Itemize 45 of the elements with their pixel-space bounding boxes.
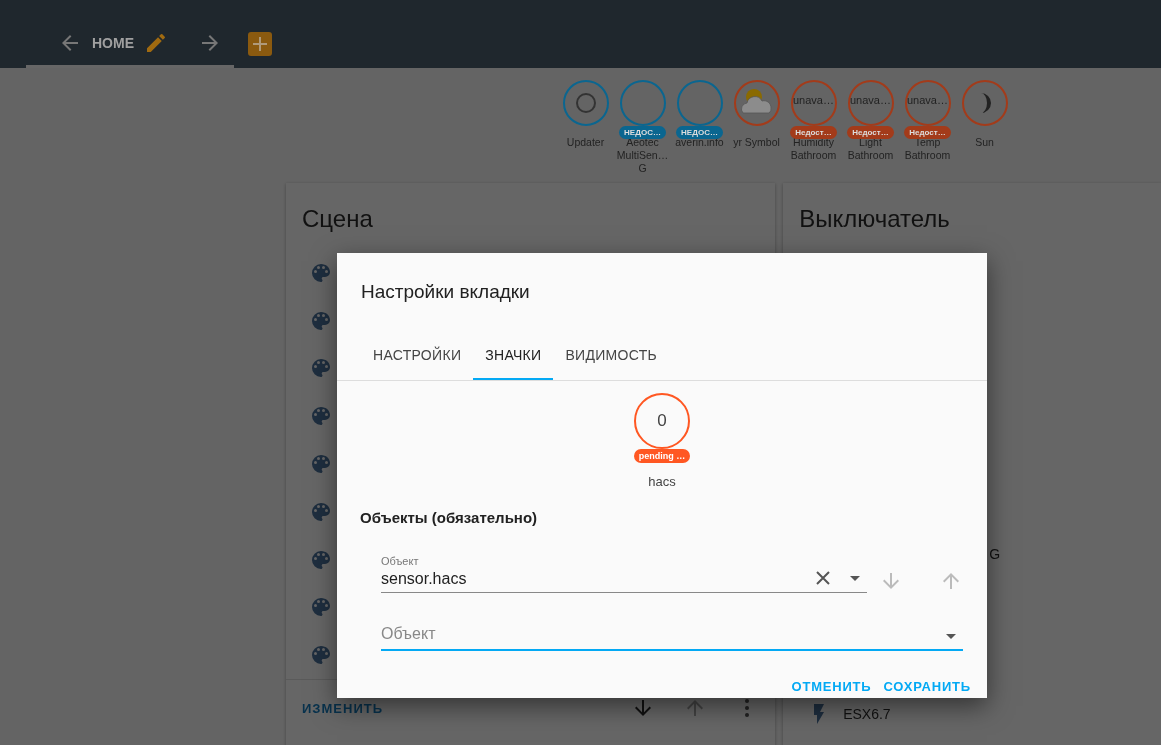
field-label: Объект — [381, 555, 419, 568]
tab[interactable]: ВИДИМОСТЬ — [553, 332, 669, 381]
edit-button[interactable]: ИЗМЕНИТЬ — [302, 700, 383, 716]
tab[interactable]: НАСТРОЙКИ — [361, 332, 474, 381]
tab[interactable]: ЗНАЧКИ — [473, 332, 554, 381]
badge-name: Light Bathroom — [846, 136, 895, 162]
badge-value: unava… — [907, 94, 948, 106]
dialog-title: Настройки вкладки — [360, 280, 531, 304]
badge-name: Updater — [565, 136, 606, 149]
badge[interactable] — [562, 80, 609, 126]
palette-icon — [309, 452, 333, 476]
badge-name: averin.info — [674, 136, 725, 149]
badge-name: Humidity Bathroom — [789, 136, 838, 162]
entity-field[interactable]: sensor.hacs — [381, 569, 867, 594]
card-title: Выключатель — [798, 205, 951, 234]
badge-name: Aeotec MultiSen… G — [615, 136, 670, 175]
badge[interactable]: unava… — [847, 80, 894, 126]
badge-name: yr Symbol — [732, 136, 781, 149]
badge-value: unava… — [793, 94, 834, 106]
badge-label: Недост… — [904, 126, 951, 139]
badge-value: 0 — [657, 411, 667, 432]
badge-label: Недост… — [790, 126, 837, 139]
circle-outline-icon — [574, 92, 597, 114]
badge-name: hacs — [648, 474, 676, 490]
badge-label: НЕДОС… — [676, 126, 723, 139]
badge[interactable]: unava… — [904, 80, 951, 126]
dialog-button[interactable]: СОХРАНИТЬ — [881, 675, 973, 698]
badge-value: unava… — [850, 94, 891, 106]
badge[interactable] — [961, 80, 1008, 126]
badge[interactable] — [733, 80, 780, 126]
badge-name: Sun — [974, 136, 995, 149]
switch-name: G — [989, 546, 1001, 562]
card-title: Сцена — [301, 205, 374, 234]
section-title: Объекты (обязательно) — [360, 509, 539, 527]
switch-name: ESX6.7 — [843, 706, 891, 722]
badge-label: Недост… — [847, 126, 894, 139]
add-view-button[interactable] — [248, 32, 272, 56]
badge[interactable]: unava… — [790, 80, 837, 126]
badge-label: НЕДОС… — [619, 126, 666, 139]
dialog-button[interactable]: ОТМЕНИТЬ — [789, 675, 874, 698]
plus-icon — [252, 36, 268, 52]
view-title: HOME — [92, 34, 134, 51]
badge-label: pending … — [633, 449, 691, 464]
view-tab[interactable]: HOME — [26, 0, 234, 68]
entity-field[interactable]: Объект — [381, 623, 963, 651]
